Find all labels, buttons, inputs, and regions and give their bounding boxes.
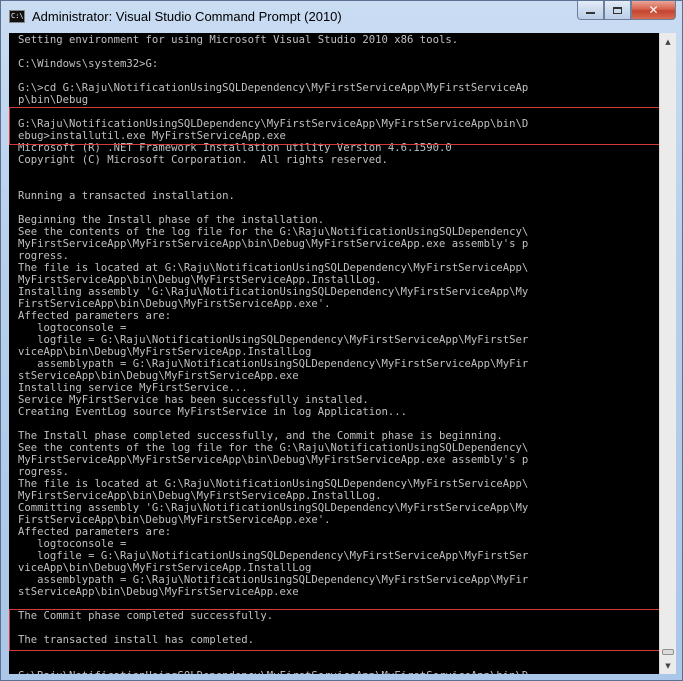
console-line: Service MyFirstService has been successf… [18,394,369,406]
console-line: See the contents of the log file for the… [18,442,529,454]
console-line: stServiceApp\bin\Debug\MyFirstServiceApp… [18,586,299,598]
console-line: C:\Windows\system32>G: [18,58,159,70]
console-line: Running a transacted installation. [18,190,235,202]
scroll-up-button[interactable]: ▲ [660,33,676,50]
console-line: rogress. [18,250,70,262]
window-title: Administrator: Visual Studio Command Pro… [32,9,342,24]
scrollbar-thumb[interactable] [662,649,674,655]
console-line: rogress. [18,466,70,478]
console-line: The file is located at G:\Raju\Notificat… [18,262,529,274]
console-line: Installing assembly 'G:\Raju\Notificatio… [18,286,529,298]
close-button[interactable]: ✕ [631,1,676,20]
arrow-up-icon: ▲ [665,37,671,46]
console-line: viceApp\bin\Debug\MyFirstServiceApp.Inst… [18,346,312,358]
console-line: FirstServiceApp\bin\Debug\MyFirstService… [18,298,331,310]
console-line: assemblypath = G:\Raju\NotificationUsing… [18,574,529,586]
console-output[interactable]: Setting environment for using Microsoft … [9,33,659,674]
console-line: FirstServiceApp\bin\Debug\MyFirstService… [18,514,331,526]
console-line: Installing service MyFirstService... [18,382,248,394]
console-line: logfile = G:\Raju\NotificationUsingSQLDe… [18,550,529,562]
console-line: The file is located at G:\Raju\Notificat… [18,478,529,490]
console-line: Copyright (C) Microsoft Corporation. All… [18,154,388,166]
console-line: See the contents of the log file for the… [18,226,529,238]
close-icon: ✕ [648,3,659,17]
console-line: MyFirstServiceApp\bin\Debug\MyFirstServi… [18,490,382,502]
console-line: The transacted install has completed. [18,634,254,646]
console-line: Beginning the Install phase of the insta… [18,214,325,226]
console-line: Setting environment for using Microsoft … [18,34,459,46]
console-line: MyFirstServiceApp\MyFirstServiceApp\bin\… [18,238,529,250]
maximize-button[interactable] [604,1,631,20]
console-line: ebug>installutil.exe MyFirstServiceApp.e… [18,130,286,142]
console-line: Affected parameters are: [18,526,172,538]
console-line: assemblypath = G:\Raju\NotificationUsing… [18,358,529,370]
console-lines: Setting environment for using Microsoft … [18,34,528,674]
console-line: p\bin\Debug [18,94,89,106]
console-line: Affected parameters are: [18,310,172,322]
maximize-icon [613,6,622,14]
console-line: G:\>cd G:\Raju\NotificationUsingSQLDepen… [18,82,529,94]
minimize-button[interactable] [577,1,604,20]
console-line: G:\Raju\NotificationUsingSQLDependency\M… [18,118,529,130]
console-line: logtoconsole = [18,538,127,550]
console-line: stServiceApp\bin\Debug\MyFirstServiceApp… [18,370,299,382]
console-line: The Commit phase completed successfully. [18,610,274,622]
title-bar[interactable]: C:\ Administrator: Visual Studio Command… [1,1,682,33]
console-line: The Install phase completed successfully… [18,430,503,442]
arrow-down-icon: ▼ [665,661,671,670]
console-line: Committing assembly 'G:\Raju\Notificatio… [18,502,529,514]
console-line: logtoconsole = [18,322,127,334]
console-line: Microsoft (R) .NET Framework Installatio… [18,142,452,154]
scroll-down-button[interactable]: ▼ [660,657,676,674]
console-line: MyFirstServiceApp\bin\Debug\MyFirstServi… [18,274,382,286]
console-line: G:\Raju\NotificationUsingSQLDependency\M… [18,670,528,674]
vertical-scrollbar[interactable]: ▲ ▼ [659,33,676,674]
console-line: logfile = G:\Raju\NotificationUsingSQLDe… [18,334,529,346]
console-app-icon[interactable]: C:\ [9,10,25,23]
command-prompt-window: C:\ Administrator: Visual Studio Command… [0,0,683,681]
minimize-icon [586,12,595,14]
caption-buttons: ✕ [577,1,676,21]
console-line: MyFirstServiceApp\MyFirstServiceApp\bin\… [18,454,529,466]
console-line: Creating EventLog source MyFirstService … [18,406,408,418]
console-line: viceApp\bin\Debug\MyFirstServiceApp.Inst… [18,562,312,574]
